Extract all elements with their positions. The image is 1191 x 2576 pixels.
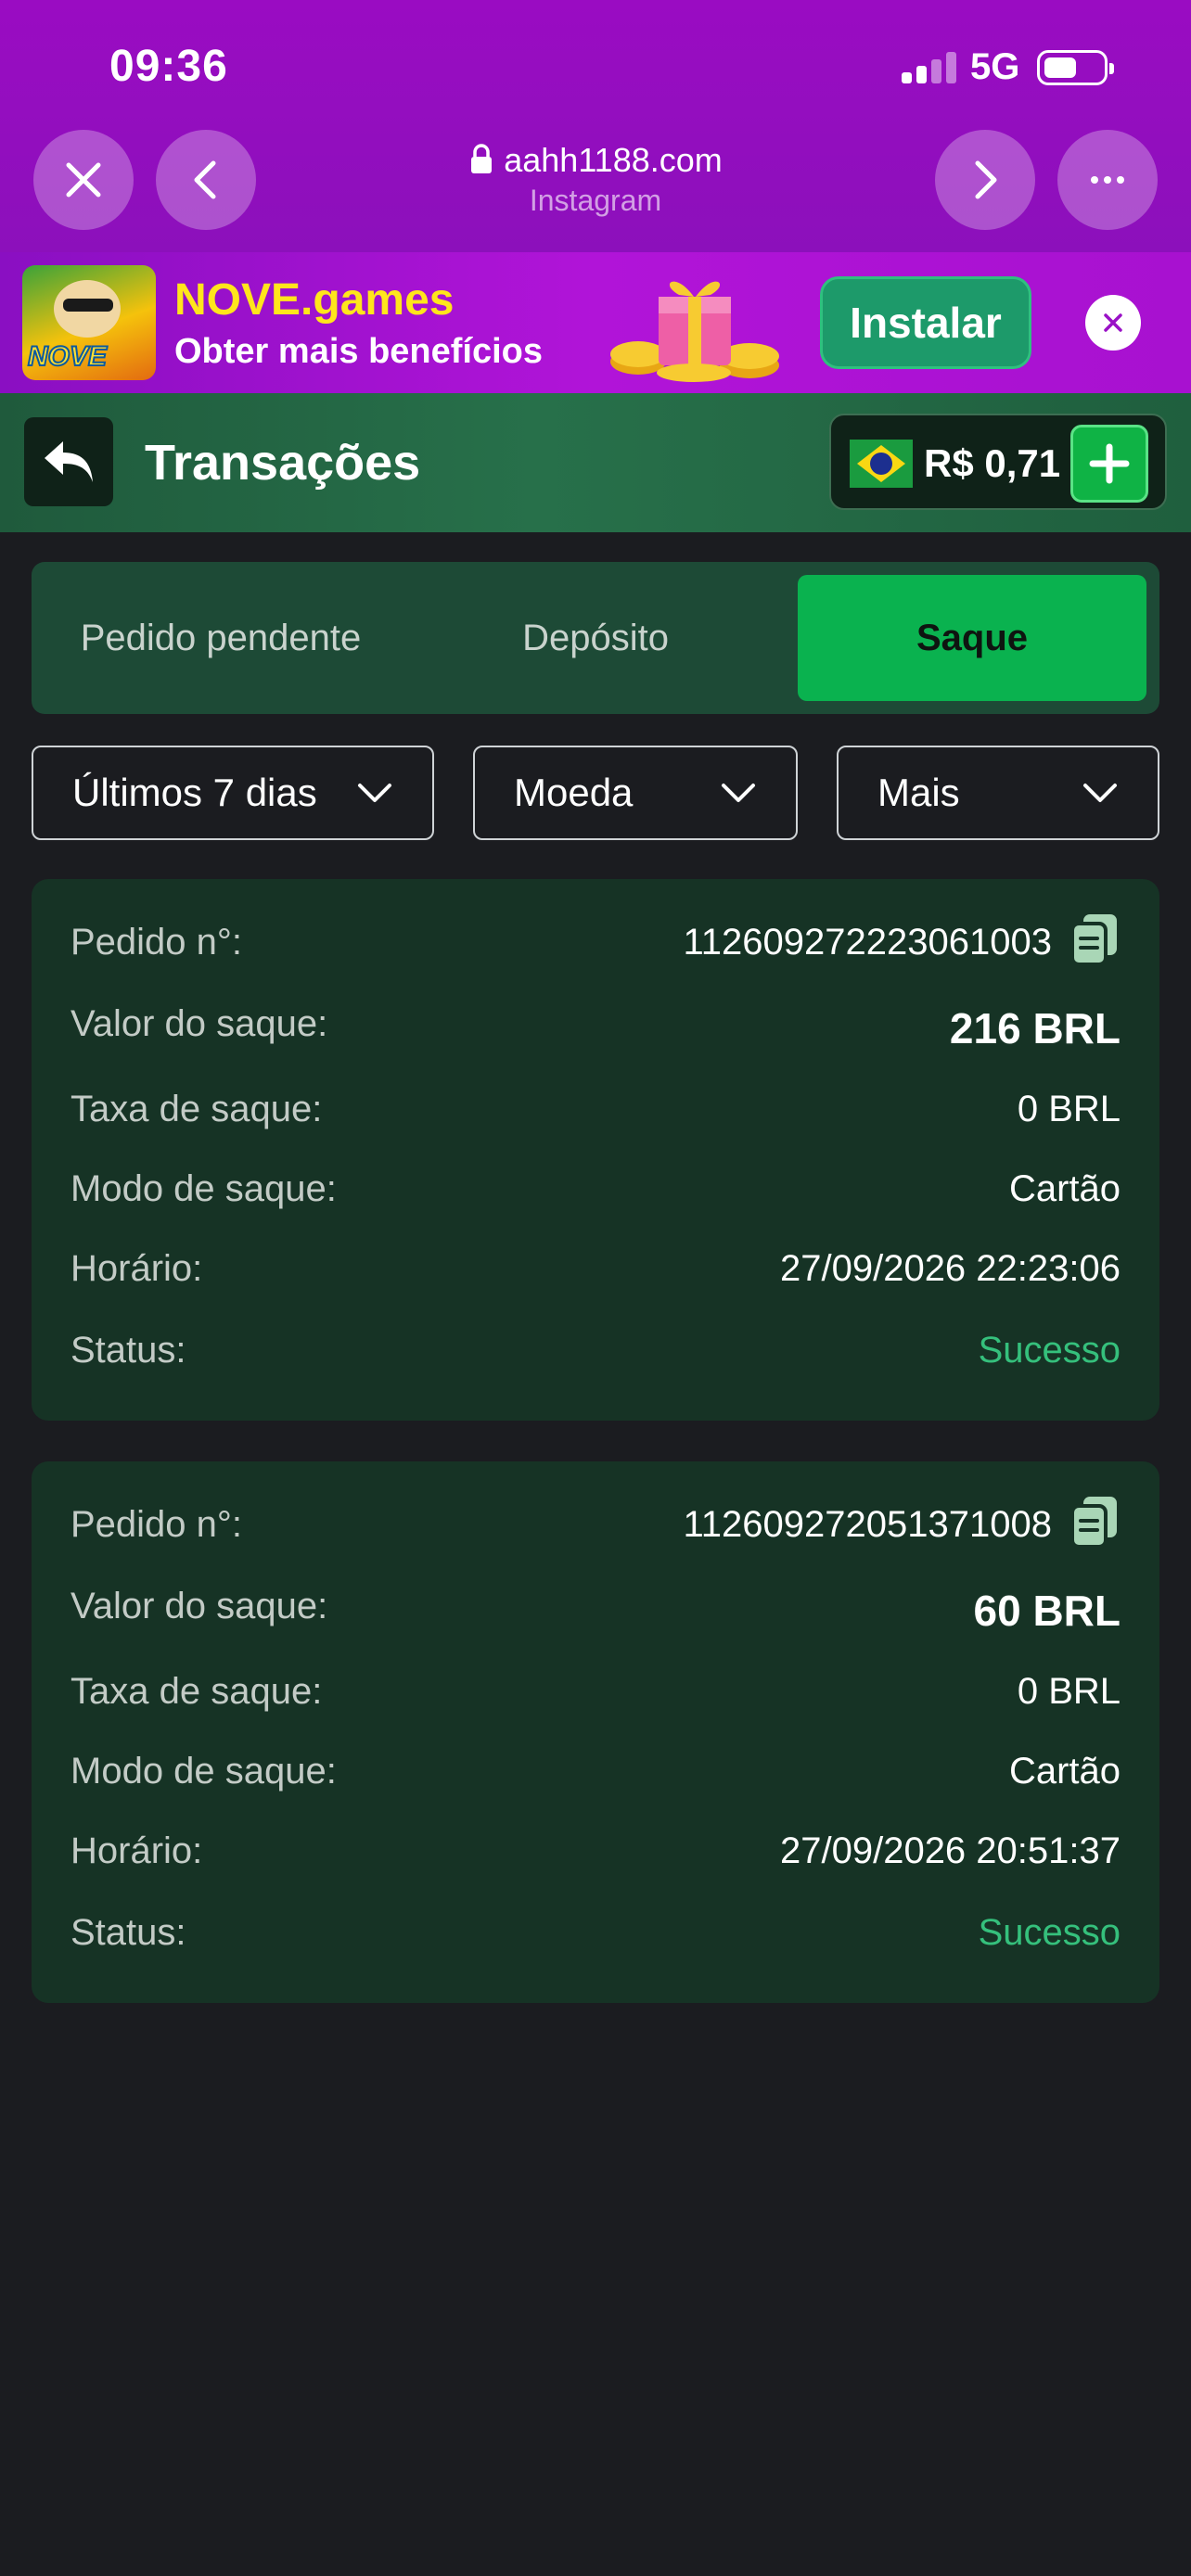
app-logo: NOVE	[22, 265, 156, 380]
time-row: Horário: 27/09/2026 20:51:37	[70, 1830, 1121, 1886]
withdrawal-amount: 216 BRL	[949, 1004, 1121, 1052]
signal-icon	[902, 52, 957, 83]
order-id: 112609272223061003	[683, 922, 1052, 963]
browser-chrome: 09:36 5G aahh1188.com Instagram	[0, 0, 1191, 252]
close-icon	[1104, 313, 1122, 332]
time-value: 27/09/2026 20:51:37	[779, 1830, 1121, 1871]
fee-row: Taxa de saque: 0 BRL	[70, 1671, 1121, 1727]
page-title: Transações	[145, 435, 421, 491]
lock-icon	[471, 144, 493, 173]
mode-row: Modo de saque: Cartão	[70, 1168, 1121, 1224]
more-filters-label: Mais	[877, 771, 960, 814]
install-banner: NOVE NOVE.games Obter mais benefícios In…	[0, 252, 1191, 393]
mode-label: Modo de saque:	[70, 1751, 337, 1792]
transaction-tabs: Pedido pendente Depósito Saque	[32, 562, 1159, 714]
fee-row: Taxa de saque: 0 BRL	[70, 1089, 1121, 1144]
time-label: Horário:	[70, 1248, 203, 1289]
mode-row: Modo de saque: Cartão	[70, 1751, 1121, 1806]
battery-icon	[1037, 50, 1114, 85]
status-label: Status:	[70, 1330, 186, 1371]
url-text: aahh1188.com	[504, 141, 723, 179]
order-row: Pedido n°: 112609272051371008	[70, 1497, 1121, 1560]
order-id: 112609272051371008	[683, 1504, 1052, 1545]
status-label: Status:	[70, 1912, 186, 1953]
copy-icon[interactable]	[1069, 1495, 1121, 1550]
fee-label: Taxa de saque:	[70, 1671, 323, 1712]
copy-icon[interactable]	[1069, 912, 1121, 968]
date-range-dropdown[interactable]: Últimos 7 dias	[32, 746, 434, 840]
status-value: Sucesso	[978, 1912, 1121, 1953]
balance-amount: R$ 0,71	[924, 441, 1061, 485]
gift-coins-icon	[610, 281, 779, 382]
chevron-right-icon	[975, 160, 997, 199]
balance-widget: R$ 0,71	[829, 414, 1167, 510]
add-funds-button[interactable]	[1070, 425, 1148, 503]
browser-more-button[interactable]	[1057, 130, 1158, 230]
transaction-card: Pedido n°: 112609272223061003 Valor do s…	[32, 879, 1159, 1421]
reply-back-icon	[45, 441, 93, 482]
amount-row: Valor do saque: 216 BRL	[70, 1003, 1121, 1059]
browser-forward-button[interactable]	[935, 130, 1035, 230]
chevron-down-icon	[722, 784, 755, 802]
currency-dropdown[interactable]: Moeda	[473, 746, 798, 840]
status-value: Sucesso	[978, 1330, 1121, 1371]
app-header: Transações R$ 0,71	[0, 393, 1191, 532]
order-row: Pedido n°: 112609272223061003	[70, 914, 1121, 977]
banner-subtitle: Obter mais benefícios	[174, 332, 544, 371]
banner-close-button[interactable]	[1085, 295, 1141, 351]
time-value: 27/09/2026 22:23:06	[779, 1248, 1121, 1289]
fee-value: 0 BRL	[1017, 1671, 1121, 1712]
status-row: Status: Sucesso	[70, 1330, 1121, 1385]
amount-label: Valor do saque:	[70, 1003, 328, 1044]
fee-label: Taxa de saque:	[70, 1089, 323, 1129]
install-button[interactable]: Instalar	[820, 276, 1031, 369]
network-label: 5G	[970, 46, 1020, 87]
order-label: Pedido n°:	[70, 1504, 243, 1545]
date-range-label: Últimos 7 dias	[72, 771, 317, 814]
status-row: Status: Sucesso	[70, 1912, 1121, 1968]
tab-pending[interactable]: Pedido pendente	[32, 575, 410, 701]
status-time: 09:36	[109, 42, 228, 91]
order-label: Pedido n°:	[70, 922, 243, 963]
fee-value: 0 BRL	[1017, 1089, 1121, 1129]
currency-label: Moeda	[514, 771, 634, 814]
tab-deposit[interactable]: Depósito	[410, 575, 781, 701]
mode-label: Modo de saque:	[70, 1168, 337, 1209]
more-icon	[1091, 176, 1124, 184]
time-row: Horário: 27/09/2026 22:23:06	[70, 1248, 1121, 1304]
time-label: Horário:	[70, 1830, 203, 1871]
tab-withdrawal[interactable]: Saque	[798, 575, 1146, 701]
more-filters-dropdown[interactable]: Mais	[837, 746, 1159, 840]
brazil-flag-icon	[850, 440, 913, 488]
back-button[interactable]	[24, 417, 113, 506]
amount-label: Valor do saque:	[70, 1586, 328, 1626]
mode-value: Cartão	[1008, 1168, 1121, 1209]
withdrawal-amount: 60 BRL	[973, 1587, 1121, 1635]
mode-value: Cartão	[1008, 1751, 1121, 1792]
chevron-down-icon	[358, 784, 391, 802]
transaction-card: Pedido n°: 112609272051371008 Valor do s…	[32, 1461, 1159, 2003]
amount-row: Valor do saque: 60 BRL	[70, 1586, 1121, 1641]
plus-icon	[1089, 443, 1130, 484]
banner-title: NOVE.games	[174, 275, 455, 325]
chevron-down-icon	[1083, 784, 1117, 802]
